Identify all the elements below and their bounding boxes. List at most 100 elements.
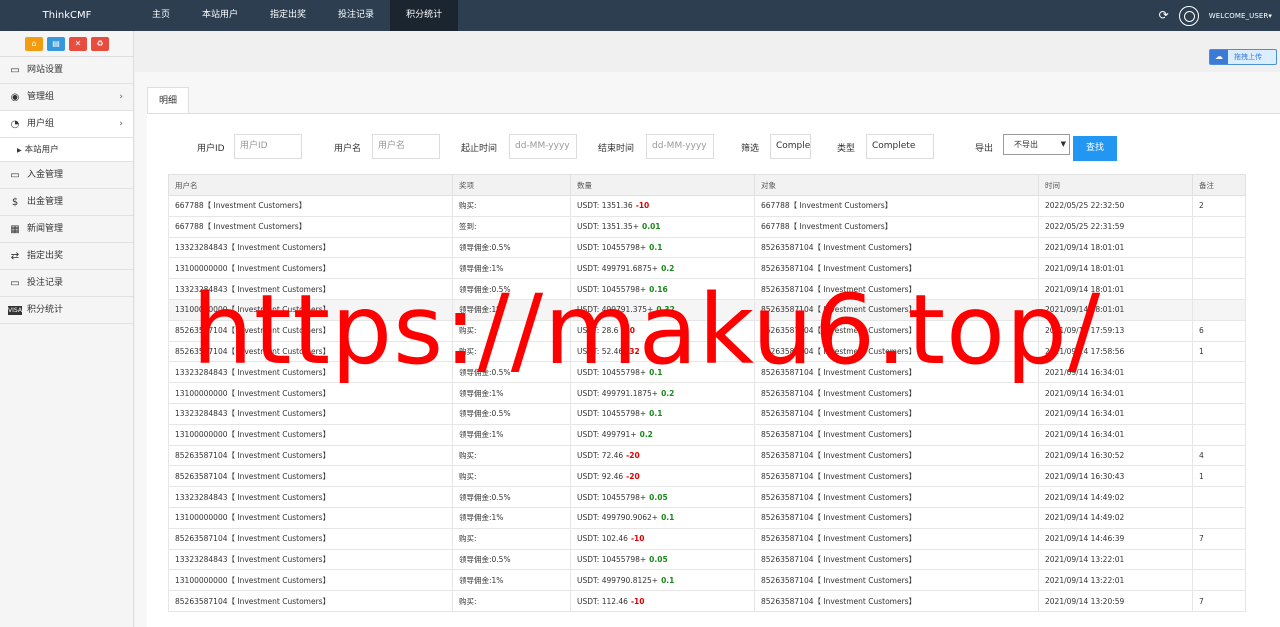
end-date-input[interactable]: dd-MM-yyyy <box>646 134 714 159</box>
filter-input[interactable]: Comple <box>770 134 811 159</box>
amount-delta: -10 <box>635 201 650 211</box>
table-row[interactable]: 13100000000【 Investment Customers】 领导佣金:1… <box>168 506 1246 529</box>
cell-note: 2 <box>1192 195 1246 217</box>
table-row[interactable]: 85263587104【 Investment Customers】 购买: USD… <box>168 340 1246 363</box>
table-row[interactable]: 13323284843【 Investment Customers】 领导佣金:0… <box>168 361 1246 384</box>
sidebar-item-deposit[interactable]: ▭ 入金管理 <box>0 162 133 189</box>
brand-logo[interactable]: ThinkCMF <box>0 0 134 31</box>
file-icon[interactable]: ▤ <box>47 36 65 51</box>
sidebar-subitem-site-users[interactable]: ▶ 本站用户 <box>0 138 133 162</box>
cell-amount: USDT: 112.46 -10 <box>570 590 755 612</box>
cell-amount: USDT: 10455798+ 0.05 <box>570 548 755 571</box>
col-header-time[interactable]: 时间 <box>1038 174 1193 196</box>
sidebar-item-points-stats[interactable]: VISA 积分统计 <box>0 297 133 324</box>
nav-site-users[interactable]: 本站用户 <box>186 0 254 31</box>
amount-delta: 0.1 <box>649 242 663 252</box>
table-row[interactable]: 667788【 Investment Customers】 签到: USDT: 13… <box>168 215 1246 238</box>
start-date-input[interactable]: dd-MM-yyyy <box>509 134 577 159</box>
table-row[interactable]: 85263587104【 Investment Customers】 购买: USD… <box>168 465 1246 488</box>
tab-details[interactable]: 明细 <box>147 87 190 113</box>
amount-value: USDT: 10455798+ <box>577 284 647 294</box>
cell-item: 领导佣金:0.5% <box>452 278 571 300</box>
table-row[interactable]: 13100000000【 Investment Customers】 领导佣金:1… <box>168 257 1246 280</box>
table-row[interactable]: 13100000000【 Investment Customers】 领导佣金:1… <box>168 298 1246 321</box>
nav-assign-prize[interactable]: 指定出奖 <box>254 0 322 31</box>
drag-upload-button[interactable]: ☁ 拖拽上传 <box>1209 49 1277 65</box>
search-button[interactable]: 查找 <box>1073 136 1117 161</box>
table-row[interactable]: 13100000000【 Investment Customers】 领导佣金:1… <box>168 569 1246 592</box>
table-row[interactable]: 85263587104【 Investment Customers】 购买: USD… <box>168 319 1246 342</box>
nav-points-stats[interactable]: 积分统计 <box>390 0 459 31</box>
cell-time: 2021/09/14 14:49:02 <box>1038 506 1193 529</box>
cell-amount: USDT: 10455798+ 0.1 <box>570 361 755 384</box>
cell-username: 85263587104【 Investment Customers】 <box>168 444 453 467</box>
col-header-target[interactable]: 对象 <box>754 174 1039 196</box>
col-header-amount[interactable]: 数量 <box>570 174 755 196</box>
cell-item: 购买: <box>452 444 571 467</box>
sidebar-item-label: 指定出奖 <box>27 250 64 261</box>
cell-target: 85263587104【 Investment Customers】 <box>754 402 1039 425</box>
sidebar-item-label: 出金管理 <box>27 196 64 207</box>
sidebar-item-assign-prize[interactable]: ⇄ 指定出奖 <box>0 243 133 270</box>
table-row[interactable]: 13100000000【 Investment Customers】 领导佣金:1… <box>168 423 1246 446</box>
sidebar-item-bet-records[interactable]: ▭ 投注记录 <box>0 270 133 297</box>
table-row[interactable]: 13323284843【 Investment Customers】 领导佣金:0… <box>168 402 1246 425</box>
amount-value: USDT: 52.46 <box>577 346 624 356</box>
amount-value: USDT: 1351.35+ <box>577 222 639 232</box>
amount-delta: 0.05 <box>649 492 668 502</box>
cell-username: 13100000000【 Investment Customers】 <box>168 382 453 404</box>
cell-note: 7 <box>1192 527 1246 550</box>
avatar[interactable] <box>1178 5 1199 26</box>
table-row[interactable]: 85263587104【 Investment Customers】 购买: USD… <box>168 444 1246 467</box>
amount-value: USDT: 10455798+ <box>577 242 647 252</box>
amount-delta: 0.2 <box>661 263 675 273</box>
recycle-icon[interactable]: ♻ <box>91 36 109 51</box>
username-input[interactable]: 用户名 <box>372 134 440 159</box>
content-area: 明细 用户ID 用户ID 用户名 用户名 起止时间 dd-MM-yyyy 结束时… <box>135 72 1280 627</box>
cell-note <box>1192 402 1246 425</box>
amount-value: USDT: 10455798+ <box>577 409 647 419</box>
cell-item: 领导佣金:1% <box>452 298 571 321</box>
home-icon[interactable]: ⌂ <box>25 36 43 51</box>
user-id-input[interactable]: 用户ID <box>234 134 302 159</box>
cell-target: 85263587104【 Investment Customers】 <box>754 278 1039 300</box>
trash-icon[interactable]: ✕ <box>69 36 87 51</box>
table-row[interactable]: 13323284843【 Investment Customers】 领导佣金:0… <box>168 236 1246 259</box>
col-header-item[interactable]: 奖项 <box>452 174 571 196</box>
sidebar-item-admin-group[interactable]: ◉ 管理组 › <box>0 84 133 111</box>
cell-item: 领导佣金:1% <box>452 506 571 529</box>
refresh-icon[interactable]: ⟳ <box>1159 0 1169 31</box>
cell-username: 667788【 Investment Customers】 <box>168 215 453 238</box>
table-row[interactable]: 13323284843【 Investment Customers】 领导佣金:0… <box>168 278 1246 300</box>
amount-value: USDT: 499791.6875+ <box>577 263 659 273</box>
amount-value: USDT: 499791+ <box>577 430 637 440</box>
sidebar-item-withdraw[interactable]: $ 出金管理 <box>0 189 133 216</box>
nav-home[interactable]: 主页 <box>136 0 186 31</box>
username-label: 用户名 <box>334 144 362 154</box>
cell-time: 2022/05/25 22:31:59 <box>1038 215 1193 238</box>
export-select[interactable]: 不导出 ▼ <box>1003 134 1070 155</box>
table-row[interactable]: 85263587104【 Investment Customers】 购买: USD… <box>168 527 1246 550</box>
table-row[interactable]: 667788【 Investment Customers】 购买: USDT: 13… <box>168 195 1246 217</box>
cell-amount: USDT: 1351.36 -10 <box>570 195 755 217</box>
user-menu[interactable]: WELCOME_USER▾ <box>1209 12 1272 20</box>
col-header-username[interactable]: 用户名 <box>168 174 453 196</box>
sidebar-item-user-group[interactable]: ◔ 用户组 › <box>0 111 133 138</box>
col-header-note[interactable]: 备注 <box>1192 174 1246 196</box>
cell-item: 领导佣金:1% <box>452 423 571 446</box>
start-date-label: 起止时间 <box>461 144 498 154</box>
table-row[interactable]: 13323284843【 Investment Customers】 领导佣金:0… <box>168 486 1246 508</box>
table-row[interactable]: 13100000000【 Investment Customers】 领导佣金:1… <box>168 382 1246 404</box>
table-row[interactable]: 13323284843【 Investment Customers】 领导佣金:0… <box>168 548 1246 571</box>
nav-bet-records[interactable]: 投注记录 <box>322 0 390 31</box>
amount-value: USDT: 499791.375+ <box>577 305 654 315</box>
cell-time: 2021/09/14 13:22:01 <box>1038 548 1193 571</box>
cell-username: 13100000000【 Investment Customers】 <box>168 298 453 321</box>
table-row[interactable]: 85263587104【 Investment Customers】 购买: USD… <box>168 590 1246 612</box>
type-input[interactable]: Complete <box>866 134 934 159</box>
sidebar-item-site-settings[interactable]: ▭ 网站设置 <box>0 57 133 84</box>
amount-value: USDT: 72.46 <box>577 450 624 460</box>
cell-target: 667788【 Investment Customers】 <box>754 195 1039 217</box>
sidebar-item-news[interactable]: ▦ 新闻管理 <box>0 216 133 243</box>
cell-target: 85263587104【 Investment Customers】 <box>754 423 1039 446</box>
